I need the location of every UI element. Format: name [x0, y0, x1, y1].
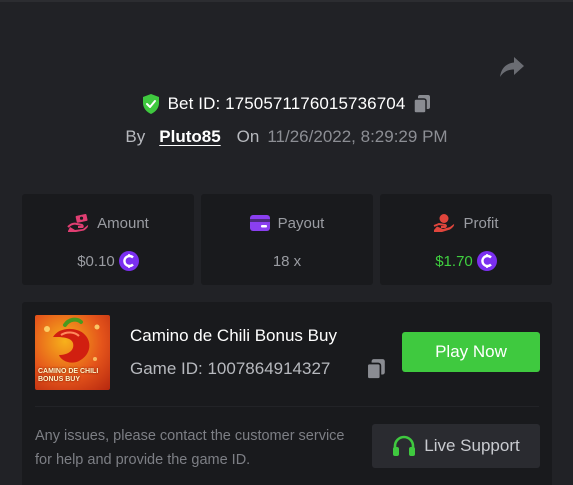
copy-game-id-button[interactable] [366, 358, 386, 380]
currency-coin-icon [118, 251, 139, 271]
profit-hand-icon [434, 214, 455, 232]
game-id: Game ID: 1007864914327 [130, 359, 331, 378]
currency-coin-icon [476, 251, 497, 271]
share-button[interactable] [498, 54, 526, 80]
stat-label: Amount [97, 214, 149, 232]
stat-payout: Payout 18 x [201, 194, 373, 285]
profit-value: $1.70 [435, 252, 473, 270]
verified-shield-icon [142, 94, 159, 114]
play-now-button[interactable]: Play Now [402, 332, 540, 372]
bet-id-row: Bet ID: 1750571176015736704 [0, 92, 573, 116]
copy-icon [366, 359, 385, 380]
by-label: By [125, 127, 146, 146]
share-icon [500, 57, 524, 77]
payout-value: 18 x [272, 252, 302, 270]
live-support-button[interactable]: Live Support [372, 424, 540, 468]
stat-value: 18 x [273, 250, 301, 272]
game-card: CAMINO DE CHILI BONUS BUY Camino de Chil… [22, 302, 552, 485]
headset-icon [393, 435, 416, 456]
amount-value: $0.10 [77, 252, 115, 270]
support-notice: Any issues, please contact the customer … [35, 428, 345, 468]
stat-value: $1.70 [435, 250, 497, 272]
bet-id: Bet ID: 1750571176015736704 [167, 94, 406, 113]
bet-meta-row: By Pluto85 On 11/26/2022, 8:29:29 PM [0, 125, 573, 149]
top-divider [0, 0, 573, 2]
stat-profit: Profit $1.70 [380, 194, 552, 285]
live-support-label: Live Support [424, 436, 520, 455]
stat-label: Profit [463, 214, 499, 232]
game-thumbnail[interactable]: CAMINO DE CHILI BONUS BUY [35, 315, 110, 390]
bet-datetime: 11/26/2022, 8:29:29 PM [267, 127, 448, 146]
chili-pepper-icon [44, 317, 100, 363]
hand-money-icon [67, 214, 89, 232]
copy-icon [413, 95, 431, 114]
wallet-card-icon [249, 215, 270, 231]
copy-bet-id-button[interactable] [413, 94, 431, 114]
game-title: Camino de Chili Bonus Buy [130, 326, 337, 345]
stat-value: $0.10 [77, 250, 139, 272]
card-divider [35, 406, 539, 407]
username-link[interactable]: Pluto85 [159, 127, 220, 147]
thumbnail-title: CAMINO DE CHILI BONUS BUY [38, 368, 99, 383]
stat-label: Payout [277, 214, 325, 232]
on-label: On [236, 127, 260, 146]
bet-stats: Amount $0.10 Payout 18 x Profit $1.70 [22, 194, 552, 285]
stat-amount: Amount $0.10 [22, 194, 194, 285]
